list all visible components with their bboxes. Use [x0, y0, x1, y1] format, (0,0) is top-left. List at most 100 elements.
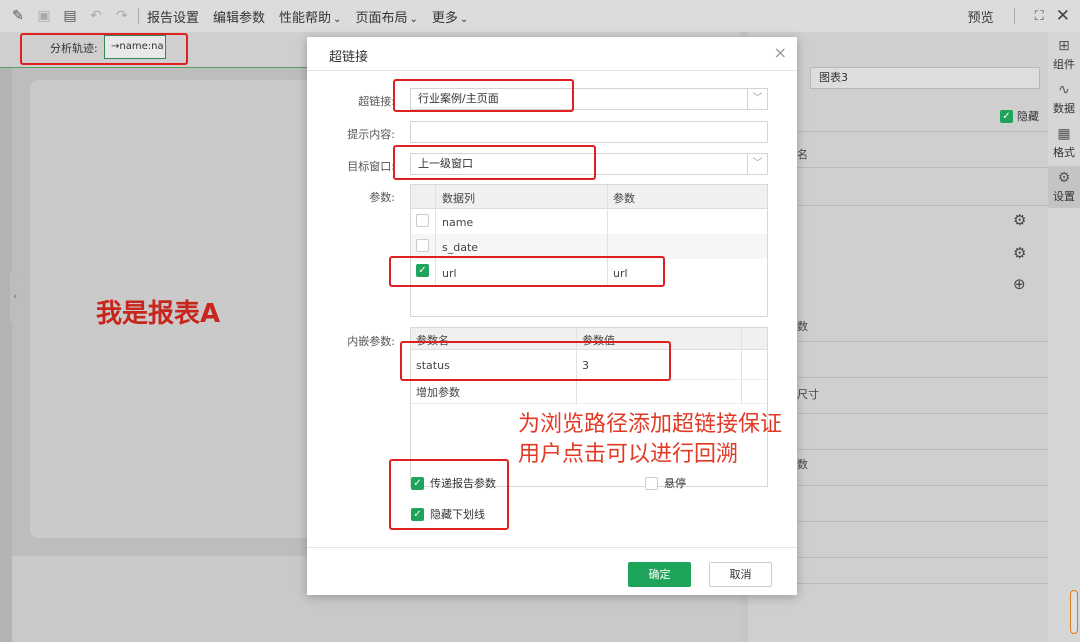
header-cell: 参数值 — [582, 334, 615, 347]
params-label: 参数: — [369, 191, 395, 204]
table-row[interactable]: name — [411, 209, 767, 234]
embed-name-cell[interactable]: status — [416, 359, 450, 372]
settings-icon: ⚙ — [1057, 170, 1071, 186]
check-icon[interactable]: ✓ — [416, 264, 429, 277]
check-icon: ✓ — [411, 507, 424, 521]
gear-icon[interactable]: ⚙ — [1013, 244, 1026, 262]
ok-button[interactable]: 确定 — [628, 562, 691, 587]
embed-table-header: 参数名 参数值 — [411, 328, 767, 350]
left-strip — [0, 68, 12, 642]
add-param-button[interactable]: 增加参数 — [416, 384, 460, 400]
pass-params-label: 传递报告参数 — [430, 477, 496, 490]
report-title: 我是报表A — [96, 299, 221, 329]
hyperlink-dialog: 超链接 × 超链接: 行业案例/主页面 ﹀ 提示内容: 目标窗口: 上一级窗口 … — [307, 37, 797, 595]
annotation-text: 为浏览路径添加超链接保证用户点击可以进行回溯 — [518, 412, 783, 467]
table-row[interactable]: s_date — [411, 234, 767, 259]
data-icon: ∿ — [1058, 82, 1070, 98]
tab-label: 设置 — [1053, 190, 1075, 203]
hover-label: 悬停 — [664, 477, 686, 490]
panel-label: 名 — [797, 148, 808, 161]
dialog-footer: 确定 取消 — [307, 547, 797, 595]
menu-page-layout[interactable]: 页面布局 ⌄ — [355, 7, 417, 26]
hide-underline-label: 隐藏下划线 — [430, 508, 485, 521]
column-cell: url — [442, 267, 457, 280]
pass-params-option[interactable]: ✓ 传递报告参数 — [411, 475, 496, 491]
component-name-input[interactable]: 图表3 — [810, 67, 1040, 89]
hover-checkbox — [645, 476, 658, 490]
tab-data[interactable]: ∿ 数据 — [1048, 82, 1080, 120]
column-divider — [607, 185, 608, 285]
target-window-select[interactable]: 上一级窗口 ﹀ — [410, 153, 768, 175]
collapse-left-icon[interactable]: ‹ — [10, 272, 20, 322]
track-label: 分析轨迹: — [50, 42, 98, 55]
check-icon: ✓ — [1000, 109, 1013, 123]
hide-label: 隐藏 — [1017, 110, 1039, 123]
column-divider — [576, 328, 577, 404]
redo-icon[interactable]: ↷ — [114, 8, 130, 24]
save-as-icon[interactable]: ▤ — [62, 8, 78, 24]
side-tabs: ⊞ 组件 ∿ 数据 ▦ 格式 ⚙ 设置 — [1048, 32, 1080, 642]
hide-option[interactable]: ✓ 隐藏 — [1000, 108, 1039, 124]
menu-performance-help[interactable]: 性能帮助 ⌄ — [279, 7, 341, 26]
chevron-down-icon: ⌄ — [459, 13, 469, 25]
embed-value-cell[interactable]: 3 — [582, 359, 589, 372]
header-cell: 数据列 — [442, 192, 475, 205]
menu-report-settings[interactable]: 报告设置 — [147, 7, 199, 26]
tab-component[interactable]: ⊞ 组件 — [1048, 38, 1080, 76]
panel-label: 尺寸 — [797, 388, 819, 401]
panel-label: 数 — [797, 458, 808, 471]
check-icon: ✓ — [411, 476, 424, 490]
target-value: 上一级窗口 — [418, 157, 473, 170]
header-cell: 参数名 — [416, 334, 449, 347]
row-checkbox[interactable] — [416, 239, 429, 252]
component-icon: ⊞ — [1058, 38, 1070, 54]
tab-settings[interactable]: ⚙ 设置 — [1048, 166, 1080, 208]
hyperlink-select[interactable]: 行业案例/主页面 ﹀ — [410, 88, 768, 110]
column-cell: s_date — [442, 241, 479, 254]
add-icon[interactable]: ⊕ — [1013, 275, 1026, 293]
hyperlink-label: 超链接: — [358, 95, 395, 108]
table-row[interactable]: ✓ url url — [411, 259, 767, 284]
hover-option[interactable]: 悬停 — [645, 475, 686, 491]
column-divider — [435, 185, 436, 285]
tab-format[interactable]: ▦ 格式 — [1048, 126, 1080, 164]
header-cell: 参数 — [613, 192, 635, 205]
toolbar-divider — [1013, 8, 1015, 24]
gear-icon[interactable]: ⚙ — [1013, 211, 1026, 229]
chevron-down-icon: ⌄ — [409, 13, 418, 25]
top-toolbar: ✎ ▣ ▤ ↶ ↷ 报告设置 编辑参数 性能帮助 ⌄ 页面布局 ⌄ 更多 ⌄ 预览 ⛶… — [0, 0, 1080, 32]
chevron-down-icon: ⌄ — [333, 13, 342, 25]
params-table: 数据列 参数 name s_date ✓ url url — [410, 184, 768, 317]
column-divider — [741, 328, 742, 404]
cancel-button[interactable]: 取消 — [709, 562, 772, 587]
tip-input[interactable] — [410, 121, 768, 143]
close-icon[interactable]: × — [774, 43, 787, 62]
dialog-header: 超链接 × — [307, 37, 797, 71]
add-param-row[interactable]: 增加参数 — [411, 380, 767, 404]
row-checkbox[interactable] — [416, 214, 429, 227]
tab-label: 数据 — [1053, 102, 1075, 115]
tip-label: 提示内容: — [347, 128, 395, 141]
hide-underline-option[interactable]: ✓ 隐藏下划线 — [411, 506, 485, 522]
scrollbar-thumb[interactable] — [1070, 590, 1078, 634]
param-cell[interactable]: url — [613, 267, 628, 280]
toolbar-divider — [138, 8, 139, 24]
edit-icon[interactable]: ✎ — [10, 8, 26, 24]
table-row[interactable]: status 3 — [411, 350, 767, 380]
menu-edit-params[interactable]: 编辑参数 — [213, 7, 265, 26]
undo-icon[interactable]: ↶ — [88, 8, 104, 24]
target-label: 目标窗口: — [347, 160, 395, 173]
close-icon[interactable]: ✕ — [1056, 6, 1070, 26]
hyperlink-value: 行业案例/主页面 — [418, 92, 499, 105]
format-icon: ▦ — [1057, 126, 1071, 142]
preview-button[interactable]: 预览 — [968, 7, 994, 26]
panel-label: 数 — [797, 320, 808, 333]
fullscreen-icon[interactable]: ⛶ — [1035, 9, 1044, 24]
params-table-header: 数据列 参数 — [411, 185, 767, 209]
toolbar-right: 预览 ⛶ ✕ — [968, 0, 1070, 32]
column-cell: name — [442, 216, 474, 229]
save-icon[interactable]: ▣ — [36, 8, 52, 24]
embed-label: 内嵌参数: — [347, 335, 395, 348]
track-chip[interactable]: →name:na — [104, 35, 166, 59]
menu-more[interactable]: 更多 ⌄ — [432, 7, 468, 26]
